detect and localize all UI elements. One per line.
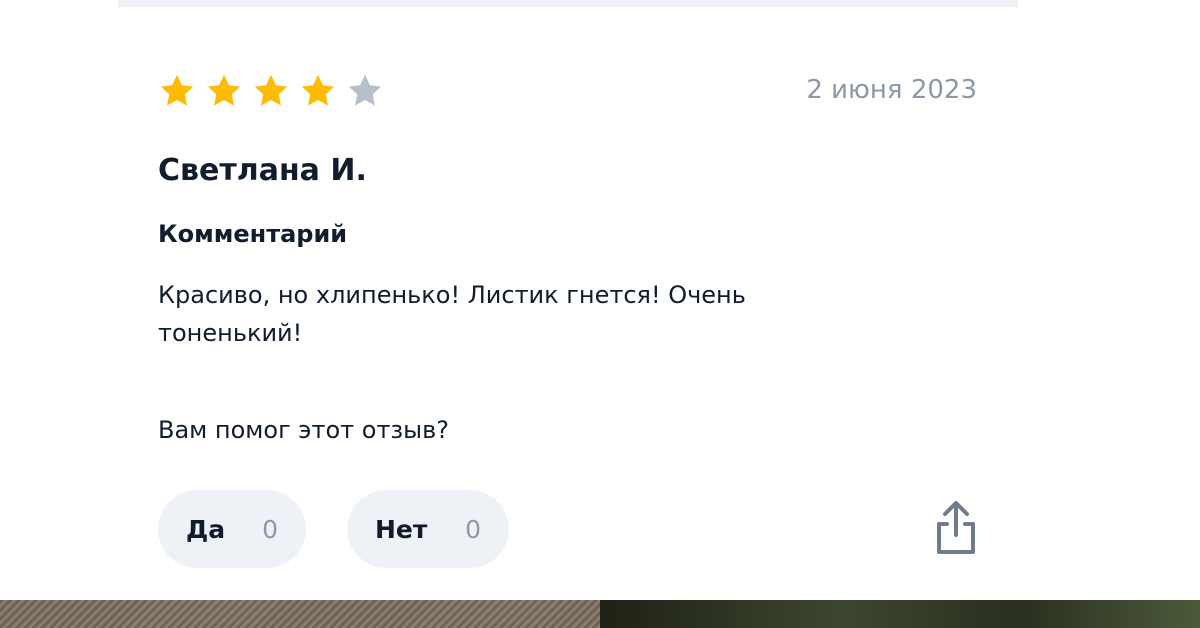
review-date: 2 июня 2023 <box>806 75 977 105</box>
comment-heading: Комментарий <box>158 220 348 248</box>
comment-text: Красиво, но хлипенько! Листик гнется! Оч… <box>158 281 746 347</box>
previous-card-edge <box>118 0 1018 7</box>
vote-no-count: 0 <box>465 514 481 544</box>
review-photo[interactable] <box>0 600 600 628</box>
review-photo[interactable] <box>600 600 1200 628</box>
vote-no-button[interactable]: Нет 0 <box>347 490 509 568</box>
star-icon <box>158 72 196 110</box>
share-icon[interactable] <box>932 500 980 556</box>
review-author: Светлана И. <box>158 153 367 188</box>
helpful-question: Вам помог этот отзыв? <box>158 416 450 444</box>
rating-stars <box>158 72 384 110</box>
vote-yes-label: Да <box>186 514 226 544</box>
star-icon <box>252 72 290 110</box>
vote-yes-button[interactable]: Да 0 <box>158 490 306 568</box>
vote-yes-count: 0 <box>262 514 278 544</box>
star-icon <box>299 72 337 110</box>
star-icon <box>346 72 384 110</box>
star-icon <box>205 72 243 110</box>
photo-gallery-strip <box>0 600 1200 628</box>
review-card: 2 июня 2023 Светлана И. Комментарий Крас… <box>158 60 980 580</box>
vote-no-label: Нет <box>375 514 428 544</box>
